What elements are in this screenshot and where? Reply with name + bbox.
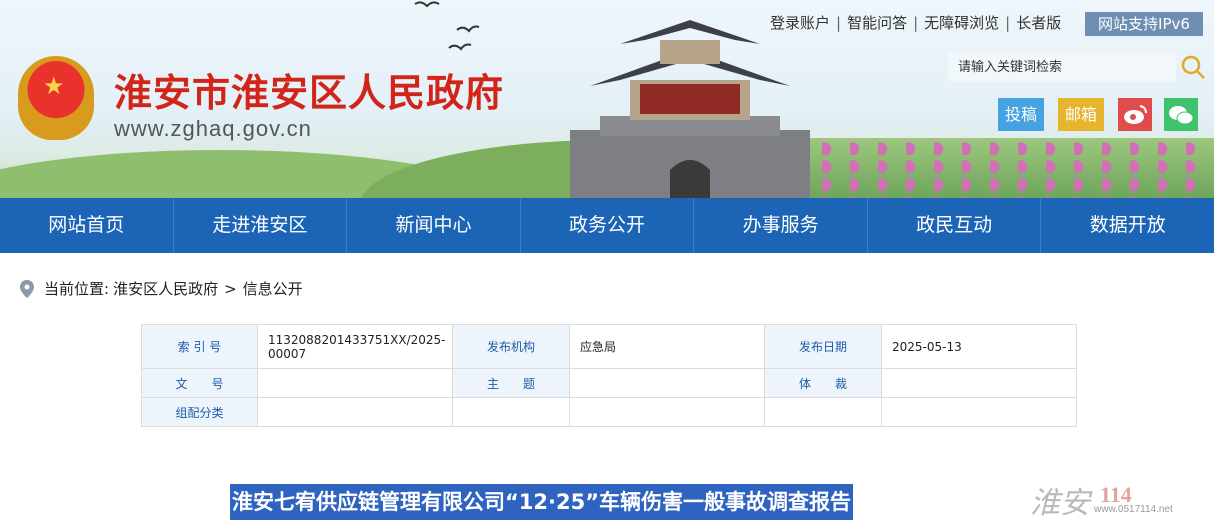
meta-label-subject: 主 题 xyxy=(452,368,570,398)
meta-value-publisher: 应急局 xyxy=(569,324,765,369)
mailbox-button[interactable]: 邮箱 xyxy=(1058,98,1104,131)
meta-empty-cell xyxy=(452,397,570,427)
main-nav: 网站首页 走进淮安区 新闻中心 政务公开 办事服务 政民互动 数据开放 xyxy=(0,198,1214,253)
nav-interaction[interactable]: 政民互动 xyxy=(868,198,1042,253)
meta-empty-cell xyxy=(764,397,882,427)
top-link-accessibility[interactable]: 无障碍浏览 xyxy=(924,12,999,33)
breadcrumb-item-home[interactable]: 淮安区人民政府 xyxy=(113,278,218,299)
meta-value-index: 1132088201433751XX/2025-00007 xyxy=(257,324,453,369)
table-row: 组配分类 xyxy=(141,397,1077,427)
nav-services[interactable]: 办事服务 xyxy=(694,198,868,253)
nav-open-data[interactable]: 数据开放 xyxy=(1041,198,1214,253)
contribute-button[interactable]: 投稿 xyxy=(998,98,1044,131)
breadcrumb: 当前位置: 淮安区人民政府 > 信息公开 xyxy=(20,278,303,299)
breadcrumb-separator: > xyxy=(224,279,237,298)
search-icon[interactable] xyxy=(1180,54,1206,80)
table-row: 索 引 号 1132088201433751XX/2025-00007 发布机构… xyxy=(141,324,1077,369)
meta-label-publisher: 发布机构 xyxy=(452,324,570,369)
watermark: 淮安 114 www.0517114.net xyxy=(1030,478,1214,529)
ipv6-badge: 网站支持IPv6 xyxy=(1085,12,1203,36)
breadcrumb-label: 当前位置: xyxy=(44,280,110,298)
meta-label-genre: 体 裁 xyxy=(764,368,882,398)
top-link-login[interactable]: 登录账户 xyxy=(770,12,830,33)
article-title: 淮安七宥供应链管理有限公司“12·25”车辆伤害一般事故调查报告 xyxy=(230,484,854,520)
wechat-button[interactable] xyxy=(1164,98,1198,131)
meta-label-date: 发布日期 xyxy=(764,324,882,369)
table-row: 文 号 主 题 体 裁 xyxy=(141,368,1077,398)
meta-empty-cell xyxy=(569,397,765,427)
top-link-elder-version[interactable]: 长者版 xyxy=(1016,12,1061,33)
location-pin-icon xyxy=(20,279,34,298)
top-links: 登录账户 | 智能问答 | 无障碍浏览 | 长者版 xyxy=(770,12,1061,33)
nav-about-district[interactable]: 走进淮安区 xyxy=(174,198,348,253)
weibo-button[interactable] xyxy=(1118,98,1152,131)
national-emblem-logo: ★ xyxy=(18,56,94,140)
weibo-icon xyxy=(1124,105,1147,124)
meta-label-category: 组配分类 xyxy=(141,397,258,427)
flying-birds-decoration xyxy=(414,1,480,51)
link-separator: | xyxy=(913,13,919,32)
meta-value-doc-number xyxy=(257,368,453,398)
search-input[interactable] xyxy=(948,52,1178,82)
watermark-text: 淮安 xyxy=(1030,486,1090,521)
nav-government-affairs[interactable]: 政务公开 xyxy=(521,198,695,253)
meta-label-index: 索 引 号 xyxy=(141,324,258,369)
meta-value-genre xyxy=(881,368,1077,398)
meta-label-doc-number: 文 号 xyxy=(141,368,258,398)
meta-empty-cell xyxy=(881,397,1077,427)
meta-value-date: 2025-05-13 xyxy=(881,324,1077,369)
document-meta-table: 索 引 号 1132088201433751XX/2025-00007 发布机构… xyxy=(141,324,1077,427)
meta-value-category xyxy=(257,397,453,427)
site-header: ★ 淮安市淮安区人民政府 www.zghaq.gov.cn 登录账户 | 智能问… xyxy=(0,0,1214,198)
site-url: www.zghaq.gov.cn xyxy=(114,116,312,141)
search-box xyxy=(948,52,1178,82)
meta-value-subject xyxy=(569,368,765,398)
site-name[interactable]: 淮安市淮安区人民政府 xyxy=(114,62,504,117)
nav-home[interactable]: 网站首页 xyxy=(0,198,174,253)
gate-tower-illustration xyxy=(570,20,810,198)
wechat-icon xyxy=(1169,106,1194,125)
link-separator: | xyxy=(1005,13,1011,32)
link-separator: | xyxy=(836,13,842,32)
nav-news-center[interactable]: 新闻中心 xyxy=(347,198,521,253)
top-link-smart-qa[interactable]: 智能问答 xyxy=(847,12,907,33)
watermark-url: www.0517114.net xyxy=(1094,504,1173,515)
breadcrumb-item-info-public[interactable]: 信息公开 xyxy=(243,278,303,299)
